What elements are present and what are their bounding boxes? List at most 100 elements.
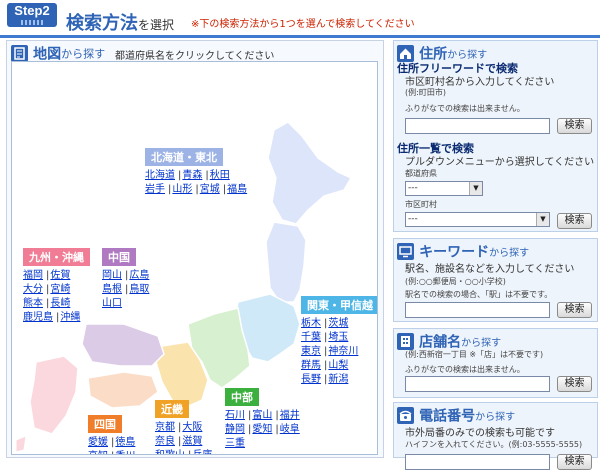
prefecture-link[interactable]: 福岡 bbox=[23, 270, 43, 281]
region-label-kinki[interactable]: 近畿 bbox=[155, 400, 189, 418]
prefecture-link[interactable]: 香川 bbox=[115, 451, 135, 454]
keyword-example: (例:○○郵便局・○○小学校) bbox=[405, 277, 506, 286]
link-separator: | bbox=[275, 410, 279, 421]
prefecture-link-row: 福岡 |佐賀 bbox=[23, 269, 90, 283]
prefecture-link[interactable]: 埼玉 bbox=[328, 332, 348, 343]
prefecture-link[interactable]: 北海道 bbox=[145, 170, 175, 181]
phone-search-button[interactable]: 検索 bbox=[557, 454, 592, 470]
link-separator: | bbox=[46, 298, 50, 309]
prefecture-link[interactable]: 東京 bbox=[301, 346, 321, 357]
prefecture-link[interactable]: 高知 bbox=[88, 451, 108, 454]
prefecture-link[interactable]: 滋賀 bbox=[182, 436, 202, 447]
prefecture-value: --- bbox=[408, 183, 418, 193]
prefecture-link[interactable]: 愛媛 bbox=[88, 437, 108, 448]
prefecture-link[interactable]: 栃木 bbox=[301, 318, 321, 329]
prefecture-link[interactable]: 群馬 bbox=[301, 360, 321, 371]
region-label-kyushu-okinawa[interactable]: 九州・沖縄 bbox=[23, 248, 90, 266]
prefecture-link[interactable]: 新潟 bbox=[328, 374, 348, 385]
link-separator: | bbox=[324, 318, 328, 329]
region-box-hokkaido-tohoku: 北海道・東北 北海道 |青森 |秋田 岩手 |山形 |宮城 |福島 bbox=[145, 148, 249, 197]
prefecture-link[interactable]: 和歌山 bbox=[155, 450, 185, 454]
hokkaido-shape[interactable] bbox=[267, 121, 353, 225]
prefecture-link[interactable]: 長野 bbox=[301, 374, 321, 385]
prefecture-link-row: 愛媛 |徳島 bbox=[88, 436, 137, 450]
phone-title-suffix: から探す bbox=[475, 412, 516, 423]
shopname-title-suffix: から探す bbox=[461, 338, 502, 349]
prefecture-link[interactable]: 沖縄 bbox=[60, 312, 80, 323]
link-separator: | bbox=[125, 284, 129, 295]
region-label-shikoku[interactable]: 四国 bbox=[88, 415, 122, 433]
phone-search-panel: 電話番号から探す 市外局番のみでの検索も可能です ハイフンを入れてください。(例… bbox=[393, 402, 598, 470]
page-title-suffix: を選択 bbox=[138, 18, 175, 32]
page-title: 検索方法を選択 bbox=[66, 9, 174, 35]
prefecture-link[interactable]: 山形 bbox=[172, 184, 192, 195]
region-label-kanto-koshinetsu[interactable]: 関東・甲信越 bbox=[301, 296, 377, 314]
prefecture-link[interactable]: 長崎 bbox=[50, 298, 70, 309]
address-free-input[interactable] bbox=[405, 118, 550, 134]
kyushu-shape[interactable] bbox=[29, 355, 79, 435]
shikoku-shape[interactable] bbox=[87, 371, 159, 409]
prefecture-link[interactable]: 神奈川 bbox=[328, 346, 358, 357]
link-separator: | bbox=[205, 170, 209, 181]
prefecture-link[interactable]: 島根 bbox=[102, 284, 122, 295]
prefecture-link[interactable]: 熊本 bbox=[23, 298, 43, 309]
phone-input[interactable] bbox=[405, 454, 550, 470]
city-select[interactable]: --- ▼ bbox=[405, 212, 550, 227]
prefecture-link[interactable]: 山梨 bbox=[328, 360, 348, 371]
building-icon bbox=[397, 333, 414, 350]
link-separator: | bbox=[46, 284, 50, 295]
prefecture-link[interactable]: 静岡 bbox=[225, 424, 245, 435]
chevron-down-icon: ▼ bbox=[469, 182, 482, 195]
prefecture-link[interactable]: 茨城 bbox=[328, 318, 348, 329]
prefecture-link[interactable]: 京都 bbox=[155, 422, 175, 433]
prefecture-link[interactable]: 大分 bbox=[23, 284, 43, 295]
prefecture-select[interactable]: --- ▼ bbox=[405, 181, 483, 196]
prefecture-link[interactable]: 大阪 bbox=[182, 422, 202, 433]
address-list-desc: プルダウンメニューから選択してください bbox=[405, 157, 595, 168]
prefecture-link[interactable]: 徳島 bbox=[115, 437, 135, 448]
prefecture-link[interactable]: 宮城 bbox=[200, 184, 220, 195]
shopname-input[interactable] bbox=[405, 376, 550, 392]
prefecture-link[interactable]: 宮崎 bbox=[50, 284, 70, 295]
prefecture-links: 岡山 |広島 島根 |鳥取 山口 bbox=[102, 269, 151, 311]
okinawa-shape[interactable] bbox=[15, 435, 27, 453]
region-label-hokkaido-tohoku[interactable]: 北海道・東北 bbox=[145, 148, 223, 166]
prefecture-link[interactable]: 福島 bbox=[227, 184, 247, 195]
chugoku-shape[interactable] bbox=[81, 323, 165, 367]
prefecture-link[interactable]: 福井 bbox=[280, 410, 300, 421]
prefecture-link[interactable]: 愛知 bbox=[252, 424, 272, 435]
phone-header: 電話番号から探す bbox=[397, 405, 515, 426]
prefecture-link[interactable]: 兵庫 bbox=[192, 450, 212, 454]
prefecture-link[interactable]: 秋田 bbox=[210, 170, 230, 181]
address-free-search-button[interactable]: 検索 bbox=[557, 118, 592, 134]
prefecture-link-row: 岩手 |山形 |宮城 |福島 bbox=[145, 183, 249, 197]
region-box-chubu: 中部 石川 |富山 |福井 静岡 |愛知 |岐阜 三重 bbox=[225, 388, 302, 451]
prefecture-link[interactable]: 岐阜 bbox=[280, 424, 300, 435]
prefecture-link[interactable]: 青森 bbox=[182, 170, 202, 181]
prefecture-link[interactable]: 山口 bbox=[102, 298, 122, 309]
prefecture-link[interactable]: 石川 bbox=[225, 410, 245, 421]
step-badge: Step2 bbox=[7, 3, 57, 27]
prefecture-link[interactable]: 富山 bbox=[252, 410, 272, 421]
prefecture-link-row: 大分 |宮崎 bbox=[23, 283, 90, 297]
region-label-chubu[interactable]: 中部 bbox=[225, 388, 259, 406]
prefecture-link-row: 和歌山|兵庫 bbox=[155, 449, 214, 454]
region-label-chugoku[interactable]: 中国 bbox=[102, 248, 136, 266]
keyword-input[interactable] bbox=[405, 302, 550, 318]
link-separator: | bbox=[324, 346, 328, 357]
prefecture-link[interactable]: 鳥取 bbox=[129, 284, 149, 295]
shopname-search-button[interactable]: 検索 bbox=[557, 376, 592, 392]
prefecture-link[interactable]: 佐賀 bbox=[50, 270, 70, 281]
link-separator: | bbox=[275, 424, 279, 435]
prefecture-link[interactable]: 奈良 bbox=[155, 436, 175, 447]
prefecture-link[interactable]: 鹿児島 bbox=[23, 312, 53, 323]
keyword-search-button[interactable]: 検索 bbox=[557, 302, 592, 318]
prefecture-link[interactable]: 三重 bbox=[225, 438, 245, 449]
prefecture-link[interactable]: 岩手 bbox=[145, 184, 165, 195]
tohoku-shape[interactable] bbox=[265, 221, 307, 303]
prefecture-link[interactable]: 岡山 bbox=[102, 270, 122, 281]
prefecture-link-row: 群馬 |山梨 bbox=[301, 359, 377, 373]
prefecture-link[interactable]: 広島 bbox=[129, 270, 149, 281]
prefecture-link[interactable]: 千葉 bbox=[301, 332, 321, 343]
address-list-search-button[interactable]: 検索 bbox=[557, 213, 592, 229]
